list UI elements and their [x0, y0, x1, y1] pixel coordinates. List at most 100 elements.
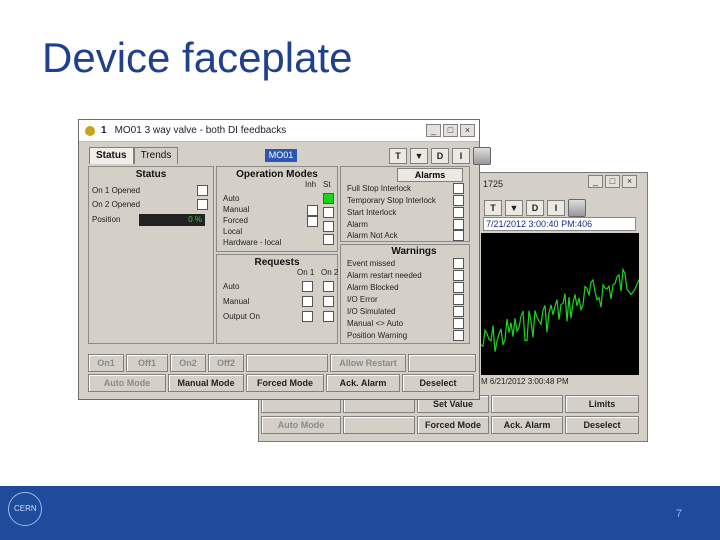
- front-toolbar: T ▼ D I: [389, 147, 491, 165]
- back-window-controls: _ □ ×: [588, 175, 637, 188]
- device-name-field: MO01: [265, 149, 297, 162]
- alarm-indicator: [453, 219, 464, 230]
- toolbar-dropdown-button[interactable]: ▼: [410, 148, 428, 164]
- close-icon[interactable]: ×: [460, 124, 475, 137]
- warnings-panel: Warnings Event missed Alarm restart need…: [340, 244, 470, 344]
- warning-restart-needed-indicator: [453, 270, 464, 281]
- printer-icon[interactable]: [568, 199, 586, 217]
- back-ack-alarm-button[interactable]: Ack. Alarm: [491, 416, 563, 434]
- window-controls: _ □ ×: [426, 124, 475, 137]
- warning-row-manual-auto: Manual <> Auto: [347, 319, 404, 328]
- warnings-title: Warnings: [391, 246, 437, 257]
- mode-hardware-local-indicator: [323, 234, 334, 245]
- maximize-icon[interactable]: □: [605, 175, 620, 188]
- alarm-not-ack-indicator: [453, 230, 464, 241]
- status-row-position: Position: [92, 215, 121, 224]
- warning-alarm-blocked-indicator: [453, 282, 464, 293]
- status-panel-title: Status: [135, 169, 167, 180]
- allow-restart-button[interactable]: Allow Restart: [330, 354, 406, 372]
- request-auto-on1-indicator: [302, 281, 313, 292]
- alarm-row-alarm: Alarm: [347, 220, 368, 229]
- tab-trends[interactable]: Trends: [133, 147, 179, 164]
- maximize-icon[interactable]: □: [443, 124, 458, 137]
- page-number: 7: [675, 508, 682, 520]
- alarm-row-start-interlock: Start Interlock: [347, 208, 397, 217]
- auto-mode-button[interactable]: Auto Mode: [88, 374, 166, 392]
- manual-mode-button[interactable]: Manual Mode: [168, 374, 244, 392]
- close-icon[interactable]: ×: [622, 175, 637, 188]
- tab-status[interactable]: Status: [89, 147, 134, 164]
- mode-row-forced: Forced: [223, 216, 248, 225]
- status-faceplate-window: 1 MO01 3 way valve - both DI feedbacks _…: [78, 119, 491, 400]
- deselect-button[interactable]: Deselect: [402, 374, 474, 392]
- mode-forced-inh-indicator: [307, 216, 318, 227]
- position-value: 0 %: [139, 214, 205, 226]
- window-title: MO01 3 way valve - both DI feedbacks: [114, 125, 287, 136]
- back-value-text: 1725: [483, 179, 504, 189]
- mode-row-auto: Auto: [223, 194, 240, 203]
- request-output-on1-indicator: [302, 311, 313, 322]
- st-column-label: St: [323, 180, 331, 189]
- toolbar-i-button[interactable]: I: [452, 148, 470, 164]
- back-empty-button-4[interactable]: [343, 416, 415, 434]
- on1-button[interactable]: On1: [88, 354, 124, 372]
- slide-title: Device faceplate: [42, 34, 353, 81]
- back-empty-button-3[interactable]: [491, 395, 563, 413]
- back-toolbar-d-button[interactable]: D: [526, 200, 544, 216]
- alarm-full-stop-indicator: [453, 183, 464, 194]
- off1-button[interactable]: Off1: [126, 354, 168, 372]
- trend-plot: [481, 233, 639, 375]
- toolbar-t-button[interactable]: T: [389, 148, 407, 164]
- back-button-row-2: Auto Mode Forced Mode Ack. Alarm Deselec…: [261, 416, 639, 434]
- empty-button-2[interactable]: [408, 354, 476, 372]
- front-button-row-1: On1 Off1 On2 Off2 Allow Restart: [88, 354, 476, 372]
- alarm-row-full-stop-interlock: Full Stop Interlock: [347, 184, 412, 193]
- cern-logo-icon: CERN: [8, 492, 42, 526]
- trend-x-label: M 6/21/2012 3:00:48 PM: [481, 377, 569, 386]
- status-panel: Status On 1 Opened On 2 Opened Position …: [88, 166, 214, 344]
- trend-svg: [481, 267, 639, 352]
- warning-position-indicator: [453, 330, 464, 341]
- mode-row-hardware-local: Hardware - local: [223, 238, 282, 247]
- back-auto-mode-button[interactable]: Auto Mode: [261, 416, 341, 434]
- mode-row-local: Local: [223, 227, 243, 236]
- gear-icon: [85, 125, 95, 136]
- on2-button[interactable]: On2: [170, 354, 206, 372]
- operation-modes-panel: Operation Modes Inh St Auto Manual Force…: [216, 166, 338, 252]
- request-auto-on2-indicator: [323, 281, 334, 292]
- alarms-title: Alarms: [397, 168, 463, 182]
- back-toolbar-i-button[interactable]: I: [547, 200, 565, 216]
- status-on1-opened-indicator: [197, 185, 208, 196]
- mode-row-manual: Manual: [223, 205, 250, 214]
- limits-button[interactable]: Limits: [565, 395, 639, 413]
- inh-column-label: Inh: [305, 180, 317, 189]
- requests-panel: Requests On 1 On 2 Auto Manual Output On: [216, 254, 338, 344]
- back-forced-mode-button[interactable]: Forced Mode: [417, 416, 489, 434]
- off2-button[interactable]: Off2: [208, 354, 244, 372]
- back-toolbar-dropdown-button[interactable]: ▼: [505, 200, 523, 216]
- alarm-temporary-stop-indicator: [453, 195, 464, 206]
- minimize-icon[interactable]: _: [588, 175, 603, 188]
- trend-line: [481, 267, 639, 352]
- window-titlebar[interactable]: 1 MO01 3 way valve - both DI feedbacks _…: [79, 120, 479, 142]
- warning-io-simulated-indicator: [453, 306, 464, 317]
- forced-mode-button[interactable]: Forced Mode: [246, 374, 324, 392]
- minimize-icon[interactable]: _: [426, 124, 441, 137]
- printer-icon[interactable]: [473, 147, 491, 165]
- request-col-on2: On 2: [321, 268, 339, 277]
- request-col-on1: On 1: [297, 268, 315, 277]
- alarm-row-not-ack: Alarm Not Ack: [347, 231, 398, 240]
- empty-button-1[interactable]: [246, 354, 328, 372]
- back-toolbar-t-button[interactable]: T: [484, 200, 502, 216]
- toolbar-d-button[interactable]: D: [431, 148, 449, 164]
- back-toolbar: T ▼ D I: [484, 199, 586, 217]
- warning-row-alarm-blocked: Alarm Blocked: [347, 283, 399, 292]
- back-deselect-button[interactable]: Deselect: [565, 416, 639, 434]
- tab-bar: Status Trends: [89, 147, 179, 164]
- trend-date-field: 7/21/2012 3:00:40 PM:406: [483, 217, 636, 231]
- request-row-manual: Manual: [223, 297, 250, 306]
- request-output-on2-indicator: [323, 311, 334, 322]
- status-row-on1-opened: On 1 Opened: [92, 186, 141, 195]
- warning-manual-auto-indicator: [453, 318, 464, 329]
- ack-alarm-button[interactable]: Ack. Alarm: [326, 374, 400, 392]
